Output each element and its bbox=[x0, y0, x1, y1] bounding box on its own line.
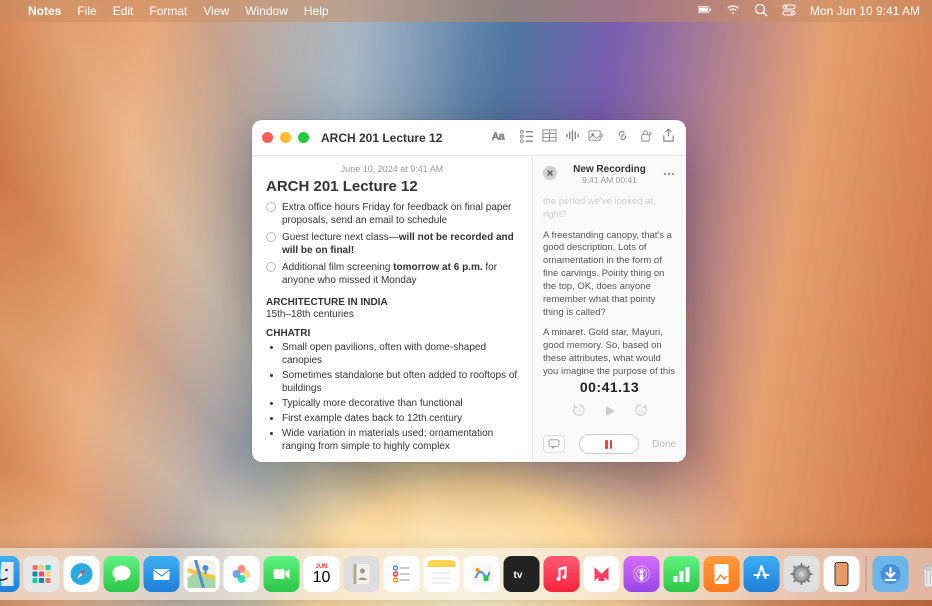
skip-forward-icon[interactable]: 15 bbox=[634, 403, 648, 422]
audio-icon[interactable] bbox=[565, 128, 580, 148]
sidebar-subtitle: 9:41 AM 00:41 bbox=[563, 175, 656, 185]
dock-freeform[interactable] bbox=[464, 556, 500, 592]
transcript-toggle-button[interactable]: " bbox=[543, 435, 565, 453]
media-icon[interactable] bbox=[588, 128, 603, 148]
titlebar: ARCH 201 Lecture 12 Aa bbox=[252, 120, 686, 156]
svg-text:15: 15 bbox=[576, 409, 581, 414]
menu-file[interactable]: File bbox=[77, 4, 96, 18]
play-button[interactable] bbox=[604, 404, 616, 422]
bullet-list: Small open pavilions, often with dome-sh… bbox=[266, 341, 518, 453]
window-title: ARCH 201 Lecture 12 bbox=[321, 131, 442, 145]
dock-messages[interactable] bbox=[104, 556, 140, 592]
svg-text:": " bbox=[551, 441, 553, 446]
search-icon[interactable] bbox=[754, 3, 768, 20]
note-title: ARCH 201 Lecture 12 bbox=[266, 178, 518, 195]
more-options-icon[interactable] bbox=[662, 164, 676, 186]
subsection: 15th–18th centuries bbox=[266, 309, 518, 320]
timer: 00:41.13 bbox=[580, 379, 639, 395]
dock-safari[interactable] bbox=[64, 556, 100, 592]
menu-help[interactable]: Help bbox=[304, 4, 329, 18]
note-date: June 10, 2024 at 9:41 AM bbox=[266, 164, 518, 174]
note-content[interactable]: June 10, 2024 at 9:41 AM ARCH 201 Lectur… bbox=[252, 156, 532, 462]
dock-settings[interactable] bbox=[784, 556, 820, 592]
svg-text:Aa: Aa bbox=[492, 131, 505, 142]
checklist-item: Guest lecture next class—will not be rec… bbox=[266, 231, 518, 257]
dock-photos[interactable] bbox=[224, 556, 260, 592]
checkbox-icon[interactable] bbox=[266, 202, 276, 212]
checklist-item: Additional film screening tomorrow at 6 … bbox=[266, 261, 518, 287]
dock-reminders[interactable] bbox=[384, 556, 420, 592]
menu-format[interactable]: Format bbox=[149, 4, 187, 18]
menubar: Notes File Edit Format View Window Help … bbox=[0, 0, 932, 22]
dock-trash[interactable] bbox=[913, 556, 932, 592]
checklist: Extra office hours Friday for feedback o… bbox=[266, 201, 518, 287]
datetime[interactable]: Mon Jun 10 9:41 AM bbox=[810, 4, 920, 18]
lock-icon[interactable] bbox=[638, 128, 653, 148]
dock-podcasts[interactable] bbox=[624, 556, 660, 592]
dock: JUN10 tv bbox=[0, 548, 932, 600]
skip-back-icon[interactable]: 15 bbox=[572, 403, 586, 422]
wifi-icon[interactable] bbox=[726, 3, 740, 20]
bullet-item: First example dates back to 12th century bbox=[282, 412, 518, 425]
bullet-item: Typically more decorative than functiona… bbox=[282, 397, 518, 410]
checkbox-icon[interactable] bbox=[266, 262, 276, 272]
dock-appstore[interactable] bbox=[744, 556, 780, 592]
menu-view[interactable]: View bbox=[203, 4, 229, 18]
dock-tv[interactable]: tv bbox=[504, 556, 540, 592]
notes-window: ARCH 201 Lecture 12 Aa June 10, 2024 at … bbox=[252, 120, 686, 462]
topic-heading: CHHATRI bbox=[266, 328, 518, 339]
dock-facetime[interactable] bbox=[264, 556, 300, 592]
window-close-button[interactable] bbox=[262, 132, 273, 143]
checklist-item: Extra office hours Friday for feedback o… bbox=[266, 201, 518, 227]
svg-text:tv: tv bbox=[514, 570, 523, 581]
dock-notes[interactable] bbox=[424, 556, 460, 592]
dock-contacts[interactable] bbox=[344, 556, 380, 592]
dock-finder[interactable] bbox=[0, 556, 20, 592]
dock-music[interactable] bbox=[544, 556, 580, 592]
link-icon[interactable] bbox=[615, 128, 630, 148]
checklist-icon[interactable] bbox=[519, 128, 534, 148]
transcript: the period we've looked at, right? A fre… bbox=[533, 192, 686, 377]
close-sidebar-button[interactable] bbox=[543, 166, 557, 180]
checkbox-icon[interactable] bbox=[266, 232, 276, 242]
format-text-icon[interactable]: Aa bbox=[492, 128, 507, 148]
transcript-line: the period we've looked at, right? bbox=[543, 196, 676, 222]
battery-icon[interactable] bbox=[698, 3, 712, 20]
bullet-item: Sometimes standalone but often added to … bbox=[282, 369, 518, 395]
table-icon[interactable] bbox=[542, 128, 557, 148]
window-minimize-button[interactable] bbox=[280, 132, 291, 143]
dock-maps[interactable] bbox=[184, 556, 220, 592]
window-zoom-button[interactable] bbox=[298, 132, 309, 143]
recording-sidebar: New Recording 9:41 AM 00:41 the period w… bbox=[532, 156, 686, 462]
dock-news[interactable] bbox=[584, 556, 620, 592]
done-button[interactable]: Done bbox=[652, 439, 676, 450]
dock-separator bbox=[866, 556, 867, 592]
bullet-item: Small open pavilions, often with dome-sh… bbox=[282, 341, 518, 367]
dock-calendar[interactable]: JUN10 bbox=[304, 556, 340, 592]
control-center-icon[interactable] bbox=[782, 3, 796, 20]
menu-window[interactable]: Window bbox=[245, 4, 288, 18]
pause-recording-button[interactable] bbox=[579, 434, 639, 454]
dock-pages[interactable] bbox=[704, 556, 740, 592]
app-name[interactable]: Notes bbox=[28, 4, 61, 18]
dock-iphone-mirroring[interactable] bbox=[824, 556, 860, 592]
dock-downloads[interactable] bbox=[873, 556, 909, 592]
transcript-line: A minaret. Gold star, Mayuri, good memor… bbox=[543, 327, 676, 377]
dock-mail[interactable] bbox=[144, 556, 180, 592]
dock-numbers[interactable] bbox=[664, 556, 700, 592]
svg-text:15: 15 bbox=[638, 409, 643, 414]
share-icon[interactable] bbox=[661, 128, 676, 148]
section-heading: ARCHITECTURE IN INDIA bbox=[266, 297, 518, 308]
menu-edit[interactable]: Edit bbox=[113, 4, 134, 18]
dock-launchpad[interactable] bbox=[24, 556, 60, 592]
sidebar-title: New Recording bbox=[563, 164, 656, 175]
transcript-line: A freestanding canopy, that's a good des… bbox=[543, 230, 676, 320]
bullet-item: Wide variation in materials used; orname… bbox=[282, 427, 518, 453]
